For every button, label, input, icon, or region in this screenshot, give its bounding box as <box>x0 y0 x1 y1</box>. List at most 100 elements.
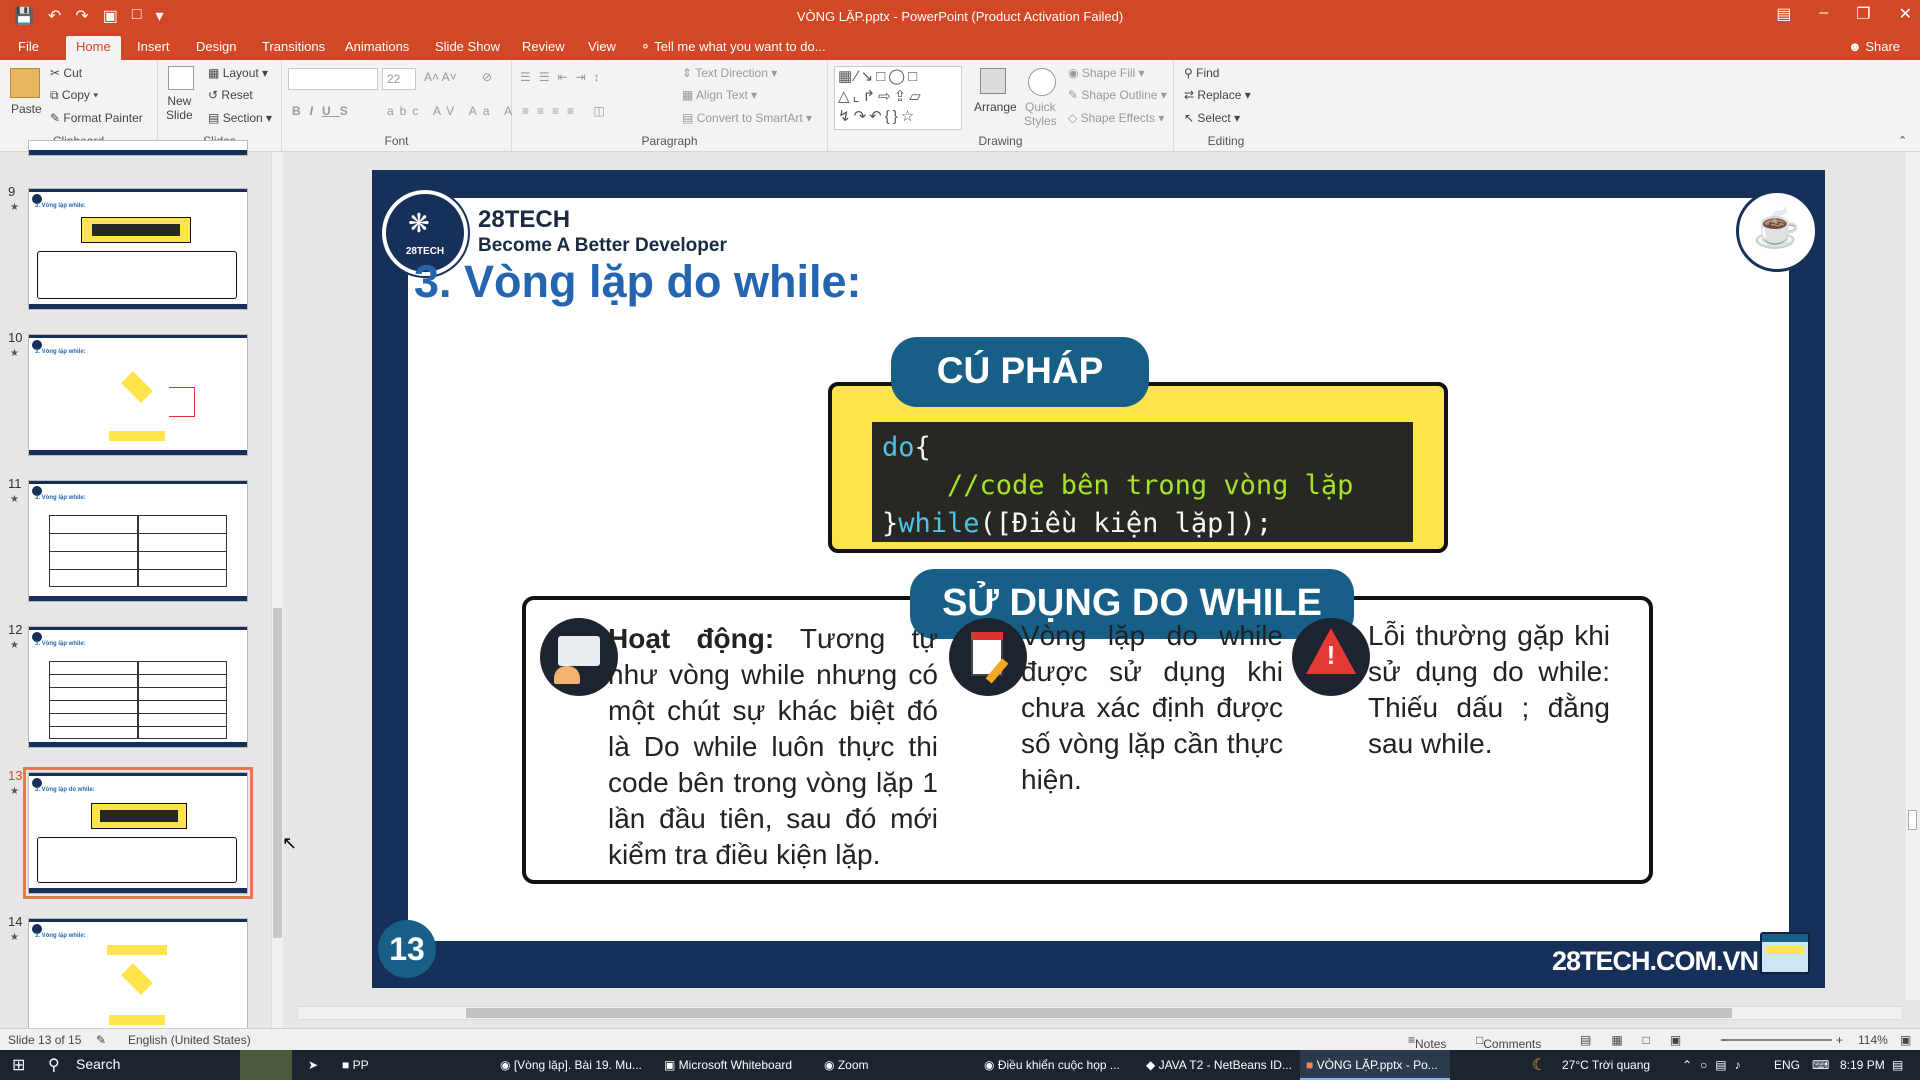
slide-thumbnail-9[interactable]: 3. Vòng lặp while: <box>28 188 248 310</box>
taskbar-app-pp[interactable]: ■ PP <box>342 1058 369 1072</box>
arrange-button[interactable]: Arrange <box>974 100 1017 114</box>
taskbar-app-chrome[interactable]: ◉ [Vòng lặp]. Bài 19. Mu... <box>500 1058 642 1072</box>
tab-insert[interactable]: Insert <box>137 39 170 54</box>
taskbar-app-whiteboard[interactable]: ▣ Microsoft Whiteboard <box>664 1058 792 1072</box>
search-icon[interactable]: ⚲ <box>48 1055 60 1075</box>
tab-home[interactable]: Home <box>66 36 121 60</box>
clipboard-group: Paste ✂ Cut ⧉ Copy ▾ ✎ Format Painter Cl… <box>0 60 158 152</box>
input-language[interactable]: ENG <box>1774 1058 1800 1072</box>
ribbon-display-icon[interactable]: ▤ <box>1776 4 1791 24</box>
zoom-slider[interactable] <box>1722 1039 1832 1041</box>
view-buttons[interactable]: ▤▦□▣ <box>1580 1033 1701 1047</box>
clock[interactable]: 8:19 PM <box>1840 1058 1885 1072</box>
tab-slide-show[interactable]: Slide Show <box>435 39 500 54</box>
widget-thumbnail[interactable] <box>240 1050 292 1080</box>
find-button[interactable]: ⚲ Find <box>1184 66 1219 80</box>
shape-effects-button[interactable]: ◇ Shape Effects ▾ <box>1068 111 1164 125</box>
close-icon[interactable]: ✕ <box>1899 4 1912 24</box>
collapse-ribbon-icon[interactable]: ⌃ <box>1898 134 1907 147</box>
section-icon: ▤ <box>208 111 220 125</box>
shape-outline-button[interactable]: ✎ Shape Outline ▾ <box>1068 88 1167 102</box>
taskbar-search[interactable]: Search <box>76 1056 120 1072</box>
arrange-icon[interactable] <box>980 68 1006 94</box>
new-slide-icon[interactable] <box>168 66 194 90</box>
font-style-buttons[interactable]: BIUS <box>292 104 357 118</box>
paste-button[interactable]: Paste <box>11 102 42 116</box>
vertical-scroll-thumb[interactable] <box>1908 810 1917 830</box>
slide-thumbnail-10[interactable]: 3. Vòng lặp while: <box>28 334 248 456</box>
thumb-bar <box>29 773 247 776</box>
format-painter-button[interactable]: ✎ Format Painter <box>50 111 143 125</box>
windows-start-icon[interactable]: ⊞ <box>12 1055 25 1075</box>
slide-thumbnail-13[interactable]: 3. Vòng lặp do while: <box>23 767 253 899</box>
system-tray-icons[interactable]: ⌃○▤♪ <box>1682 1058 1749 1072</box>
notes-button[interactable]: ≡ Notes <box>1408 1033 1446 1051</box>
font-size-input[interactable]: 22 <box>382 68 416 90</box>
brand-name: 28TECH <box>478 206 571 233</box>
quick-styles-button[interactable]: Quick Styles <box>1024 100 1057 128</box>
shapes-gallery[interactable]: ▦∕↘□◯□ △⌞↱⇨⇪▱ ↯↷↶{}☆ <box>834 66 962 130</box>
tab-animations[interactable]: Animations <box>345 39 409 54</box>
thumbnail-scroll-thumb[interactable] <box>273 608 282 938</box>
tab-review[interactable]: Review <box>522 39 565 54</box>
font-name-input[interactable] <box>288 68 378 90</box>
paste-icon[interactable] <box>10 68 40 98</box>
scissors-icon: ✂ <box>50 66 61 80</box>
slide-thumbnail-12[interactable]: 3. Vòng lặp while: <box>28 626 248 748</box>
minimize-icon[interactable]: – <box>1819 4 1828 24</box>
slide-canvas[interactable]: ❋ 28TECH 28TECH Become A Better Develope… <box>372 170 1825 988</box>
zoom-level[interactable]: 114% <box>1858 1033 1888 1047</box>
replace-button[interactable]: ⇄ Replace ▾ <box>1184 88 1251 102</box>
share-button[interactable]: ☻ Share <box>1848 39 1900 54</box>
spellcheck-icon[interactable]: ✎ <box>96 1033 106 1047</box>
tab-view[interactable]: View <box>588 39 616 54</box>
slide-counter: Slide 13 of 15 <box>8 1033 82 1047</box>
slide-thumbnail-8[interactable] <box>28 140 248 156</box>
taskbar-app-powerpoint[interactable]: ■ VÒNG LẶP.pptx - Po... <box>1306 1058 1438 1072</box>
quick-styles-icon[interactable] <box>1028 68 1056 96</box>
horizontal-scroll-thumb[interactable] <box>466 1008 1732 1018</box>
taskbar-app-netbeans[interactable]: ◆ JAVA T2 - NetBeans ID... <box>1146 1058 1292 1072</box>
comments-button[interactable]: □ Comments <box>1476 1033 1541 1051</box>
weather-text[interactable]: 27°C Trời quang <box>1562 1058 1650 1072</box>
new-slide-button[interactable]: New Slide <box>166 94 193 122</box>
tab-file[interactable]: File <box>18 39 39 54</box>
tab-transitions[interactable]: Transitions <box>262 39 325 54</box>
clear-format-icon[interactable]: ⊘ <box>482 70 492 84</box>
thumb-table <box>49 515 227 587</box>
restore-icon[interactable]: ❐ <box>1856 4 1870 24</box>
select-button[interactable]: ↖ Select ▾ <box>1184 111 1240 125</box>
horizontal-scrollbar[interactable] <box>297 1006 1903 1020</box>
thumbnail-scrollbar[interactable] <box>271 152 283 1028</box>
section-button[interactable]: ▤ Section ▾ <box>208 111 272 125</box>
convert-smartart-button[interactable]: ▤ Convert to SmartArt ▾ <box>682 111 812 125</box>
telegram-icon[interactable]: ➤ <box>308 1058 318 1072</box>
layout-button[interactable]: ▦ Layout ▾ <box>208 66 268 80</box>
font-effects-buttons[interactable]: abc AV Aa A <box>387 104 518 118</box>
slide-thumbnail-panel: 9 ★ 3. Vòng lặp while: 10 ★ 3. Vòng lặp … <box>0 140 282 1032</box>
tab-design[interactable]: Design <box>196 39 236 54</box>
slide-thumbnail-11[interactable]: 3. Vòng lặp while: <box>28 480 248 602</box>
copy-button[interactable]: ⧉ Copy ▾ <box>50 88 98 103</box>
zoom-out-icon[interactable]: − <box>1720 1033 1727 1047</box>
text-direction-button[interactable]: ⇕ Text Direction ▾ <box>682 66 777 80</box>
animation-star-icon: ★ <box>10 932 19 943</box>
taskbar-app-meeting[interactable]: ◉ Điều khiển cuộc họp ... <box>984 1058 1120 1072</box>
keyboard-icon[interactable]: ⌨ <box>1812 1058 1829 1072</box>
notification-icon[interactable]: ▤ <box>1892 1058 1903 1072</box>
zoom-in-icon[interactable]: + <box>1836 1033 1843 1047</box>
reset-button[interactable]: ↺ Reset <box>208 88 253 102</box>
grow-font-icon[interactable]: A˄ A˅ <box>424 70 457 84</box>
thumb-use-box <box>37 837 237 883</box>
fit-slide-icon[interactable]: ▣ <box>1900 1033 1911 1047</box>
align-buttons[interactable]: ≡≡≡≡ ◫ <box>522 104 613 118</box>
slide-thumbnail-14[interactable]: 3. Vòng lặp while: <box>28 918 248 1032</box>
cut-button[interactable]: ✂ Cut <box>50 66 82 80</box>
shape-fill-button[interactable]: ◉ Shape Fill ▾ <box>1068 66 1145 80</box>
language-indicator[interactable]: English (United States) <box>128 1033 251 1047</box>
list-buttons[interactable]: ☰☰⇤⇥↕ <box>520 70 608 84</box>
align-text-button[interactable]: ▦ Align Text ▾ <box>682 88 757 102</box>
taskbar-app-zoom[interactable]: ◉ Zoom <box>824 1058 869 1072</box>
tell-me-search[interactable]: ⚬ Tell me what you want to do... <box>640 39 826 55</box>
vertical-scrollbar[interactable] <box>1906 152 1920 1000</box>
